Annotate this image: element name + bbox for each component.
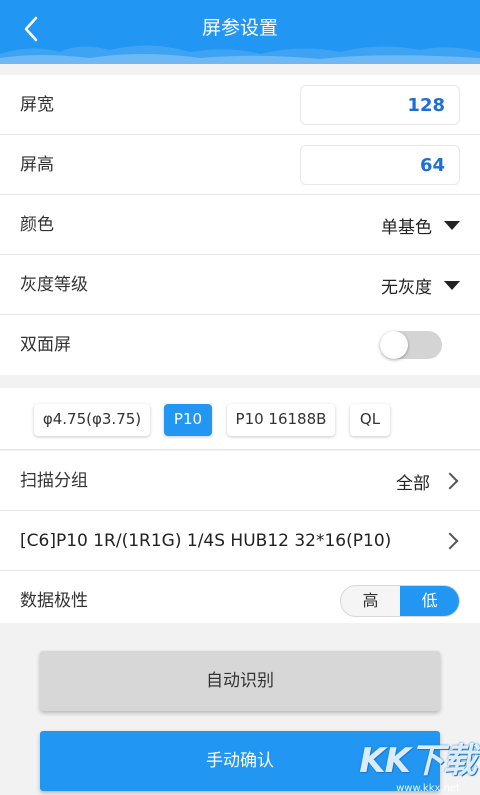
polarity-low-option[interactable]: 低 [400, 586, 459, 616]
gray-level-dropdown[interactable]: 无灰度 [381, 255, 460, 315]
module-preset-chips: φ4.75(φ3.75) P10 P10 16188B QL [0, 388, 480, 450]
module-selector[interactable] [441, 511, 460, 571]
chip-p10[interactable]: P10 [164, 404, 212, 436]
screen-height-row: 屏高 [0, 135, 480, 195]
data-polarity-row: 数据极性 高 低 [0, 571, 480, 623]
screen-width-input[interactable] [301, 86, 459, 124]
dropdown-arrow-icon [444, 280, 460, 290]
toggle-knob [380, 331, 408, 359]
double-sided-label: 双面屏 [20, 335, 71, 355]
scan-group-selector[interactable]: 全部 [396, 451, 460, 511]
chip-phi475[interactable]: φ4.75(φ3.75) [34, 404, 150, 436]
scan-group-label: 扫描分组 [20, 471, 88, 491]
watermark-logo: KK下载 [359, 741, 477, 781]
double-sided-toggle[interactable] [380, 331, 442, 359]
screen-width-label: 屏宽 [20, 95, 54, 115]
screen-width-field[interactable] [300, 85, 460, 125]
auto-detect-button[interactable]: 自动识别 [40, 651, 440, 711]
scan-group-row[interactable]: 扫描分组 全部 [0, 451, 480, 511]
chip-ql[interactable]: QL [350, 404, 390, 436]
color-row: 颜色 单基色 [0, 195, 480, 255]
polarity-segmented-control[interactable]: 高 低 [340, 585, 460, 617]
data-polarity-label: 数据极性 [20, 591, 88, 611]
screen-height-field[interactable] [300, 145, 460, 185]
color-label: 颜色 [20, 215, 54, 235]
gray-level-value: 无灰度 [381, 277, 432, 298]
double-sided-row: 双面屏 [0, 315, 480, 375]
chip-p10-16188b[interactable]: P10 16188B [227, 404, 335, 436]
chevron-right-icon [441, 532, 459, 550]
color-dropdown[interactable]: 单基色 [381, 195, 460, 255]
gray-level-label: 灰度等级 [20, 275, 88, 295]
title-bar: 屏参设置 [0, 0, 480, 64]
polarity-high-option[interactable]: 高 [341, 586, 400, 616]
gray-level-row: 灰度等级 无灰度 [0, 255, 480, 315]
scan-group-value: 全部 [396, 473, 430, 494]
page-title: 屏参设置 [201, 17, 278, 39]
module-name: [C6]P10 1R/(1R1G) 1/4S HUB12 32*16(P10) [20, 531, 392, 551]
chevron-right-icon [441, 472, 459, 490]
screen-width-row: 屏宽 [0, 75, 480, 135]
screen-height-label: 屏高 [20, 155, 54, 175]
screen-height-input[interactable] [301, 146, 459, 184]
watermark: KK下载 www.kkx.net [358, 731, 478, 795]
dropdown-arrow-icon [444, 220, 460, 230]
watermark-url: www.kkx.net [396, 783, 460, 794]
color-value: 单基色 [381, 217, 432, 238]
module-row[interactable]: [C6]P10 1R/(1R1G) 1/4S HUB12 32*16(P10) [0, 511, 480, 571]
